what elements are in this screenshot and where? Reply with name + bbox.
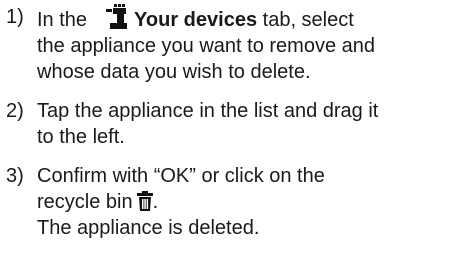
step-3-line-3: The appliance is deleted. [37,217,260,239]
step-3-line-2: recycle bin . [37,189,446,215]
recycle-bin-period: . [152,191,159,213]
step-3-line-1: Confirm with “OK” or click on the [37,165,325,187]
step-number: 2) [6,100,24,122]
step-2-line-1: Tap the appliance in the list and drag i… [37,100,379,122]
step-1-suffix: tab, select [262,9,354,31]
step-1-line-3: whose data you wish to delete. [37,61,311,83]
step-number: 1) [6,6,24,28]
step-1-line-2: the appliance you want to remove and [37,35,375,57]
step-1: 1) In the Your devices tab, select the a… [6,4,446,85]
instruction-list: 1) In the Your devices tab, select the a… [6,4,446,241]
recycle-bin-text: recycle bin [37,191,133,213]
step-1-prefix: In the [37,9,88,31]
step-2: 2) Tap the appliance in the list and dra… [6,98,446,150]
step-1-line-1: In the Your devices tab, select [37,4,446,33]
step-number: 3) [6,165,24,187]
devices-icon [106,4,128,29]
recycle-bin-icon [136,191,153,211]
step-3: 3) Confirm with “OK” or click on the rec… [6,163,446,241]
step-2-line-2: to the left. [37,126,125,148]
your-devices-label: Your devices [134,9,258,31]
